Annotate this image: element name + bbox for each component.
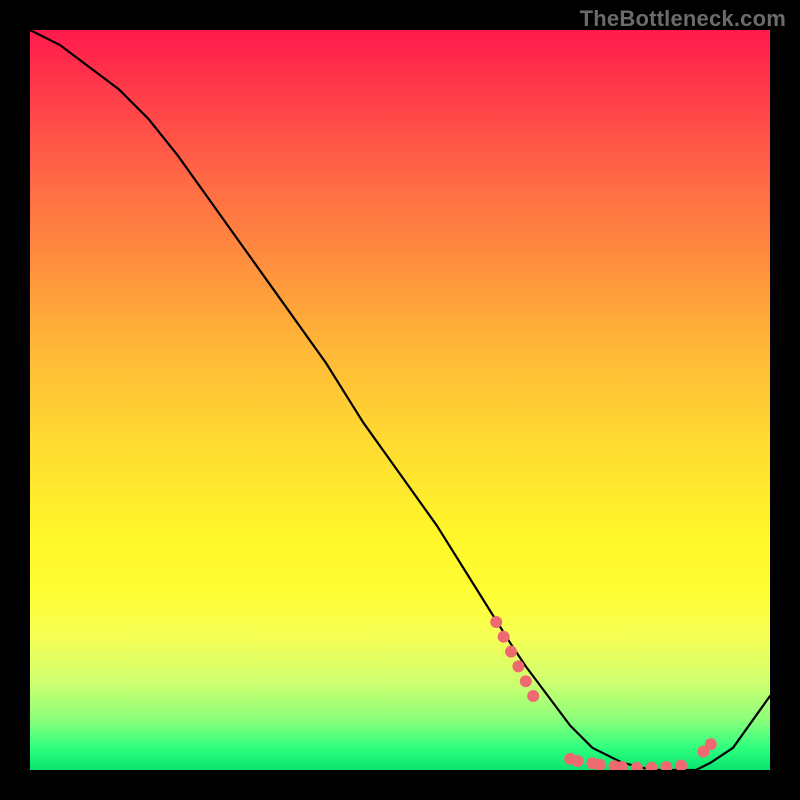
data-marker: [705, 738, 717, 750]
data-marker: [520, 675, 532, 687]
curve-layer: [30, 30, 770, 770]
data-marker: [498, 631, 510, 643]
data-marker: [660, 761, 672, 770]
data-marker: [527, 690, 539, 702]
data-marker: [490, 616, 502, 628]
marker-group: [490, 616, 717, 770]
watermark-text: TheBottleneck.com: [580, 6, 786, 32]
chart-container: TheBottleneck.com: [0, 0, 800, 800]
data-marker: [572, 755, 584, 767]
plot-area: [30, 30, 770, 770]
data-marker: [505, 646, 517, 658]
data-marker: [646, 762, 658, 770]
data-marker: [631, 762, 643, 770]
curve-line: [30, 30, 770, 770]
data-marker: [675, 760, 687, 770]
data-marker: [512, 660, 524, 672]
